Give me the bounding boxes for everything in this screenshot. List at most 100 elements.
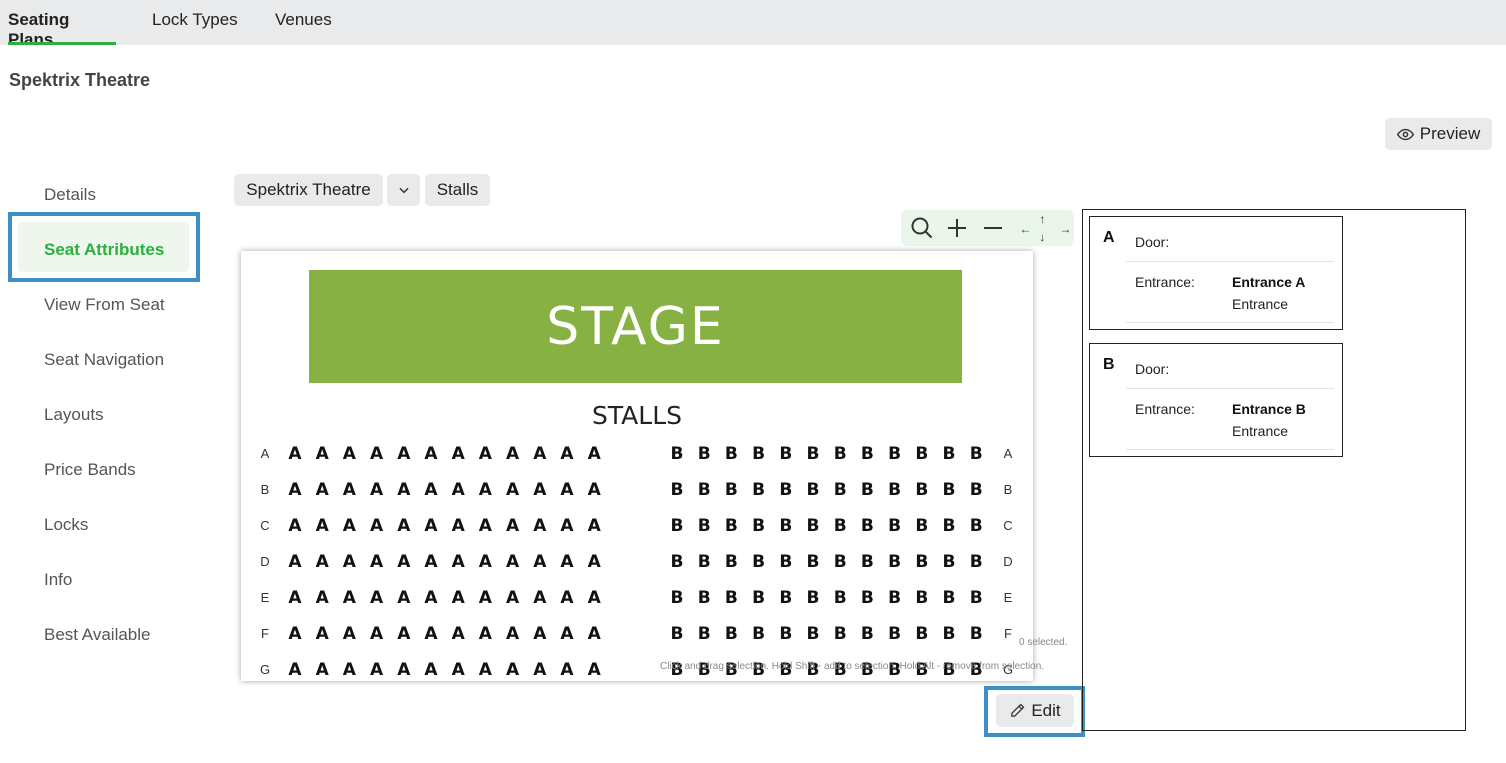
seat[interactable]: A [558,480,576,500]
seat[interactable]: A [449,588,467,608]
seat[interactable]: B [668,552,686,572]
seat[interactable]: B [804,444,822,464]
seat[interactable]: A [313,660,331,680]
seat[interactable]: B [668,444,686,464]
seat[interactable]: A [476,516,494,536]
seat[interactable]: B [940,588,958,608]
seat[interactable]: A [531,660,549,680]
seat[interactable]: A [558,444,576,464]
nav-item-layouts[interactable]: Layouts [44,405,104,425]
seat[interactable]: A [395,624,413,644]
seat[interactable]: A [504,516,522,536]
seat[interactable]: B [722,444,740,464]
seat[interactable]: A [368,444,386,464]
seat[interactable]: A [368,516,386,536]
seat[interactable]: A [395,444,413,464]
seat[interactable]: A [585,624,603,644]
seat[interactable]: A [286,444,304,464]
seat[interactable]: A [340,480,358,500]
seat[interactable]: A [368,552,386,572]
seat[interactable]: A [449,660,467,680]
seat[interactable]: B [831,588,849,608]
seat[interactable]: B [750,588,768,608]
seat[interactable]: A [585,552,603,572]
seat[interactable]: A [504,660,522,680]
seat[interactable]: B [750,516,768,536]
seat[interactable]: B [913,588,931,608]
seat[interactable]: B [804,588,822,608]
seat[interactable]: B [886,480,904,500]
seat[interactable]: B [777,444,795,464]
seat[interactable]: B [777,588,795,608]
edit-button[interactable]: Edit [996,694,1074,727]
seat[interactable]: A [286,660,304,680]
seat[interactable]: A [368,624,386,644]
seat[interactable]: B [940,516,958,536]
seat[interactable]: A [286,480,304,500]
seat[interactable]: B [804,516,822,536]
attribute-card-a[interactable]: A Door: Entrance: Entrance A Entrance [1089,216,1343,330]
nav-item-seat-attributes[interactable]: Seat Attributes [44,240,164,260]
seat[interactable]: A [504,444,522,464]
seat[interactable]: A [449,552,467,572]
seat[interactable]: A [531,624,549,644]
nav-item-locks[interactable]: Locks [44,515,88,535]
seat[interactable]: A [313,624,331,644]
nav-item-price-bands[interactable]: Price Bands [44,460,136,480]
seat[interactable]: B [967,624,985,644]
seat[interactable]: B [940,624,958,644]
seat[interactable]: A [395,480,413,500]
seat[interactable]: A [476,444,494,464]
seat[interactable]: B [858,480,876,500]
pan-down-icon[interactable]: ↓ [1039,231,1045,243]
seat[interactable]: B [695,480,713,500]
seat[interactable]: A [313,444,331,464]
seat[interactable]: A [449,516,467,536]
nav-item-best-available[interactable]: Best Available [44,625,150,645]
seat[interactable]: A [422,552,440,572]
seat[interactable]: B [831,444,849,464]
seat[interactable]: A [558,624,576,644]
seat[interactable]: B [940,480,958,500]
seat[interactable]: B [668,480,686,500]
attribute-card-b[interactable]: B Door: Entrance: Entrance B Entrance [1089,343,1343,457]
seat[interactable]: A [340,624,358,644]
seat[interactable]: B [804,552,822,572]
seat[interactable]: B [886,588,904,608]
seat[interactable]: A [504,588,522,608]
seat[interactable]: B [722,624,740,644]
seat[interactable]: B [722,516,740,536]
seat[interactable]: B [913,552,931,572]
seat[interactable]: A [558,588,576,608]
seat[interactable]: B [750,444,768,464]
seat[interactable]: B [668,588,686,608]
seat[interactable]: A [558,552,576,572]
seat[interactable]: A [504,624,522,644]
seat[interactable]: A [531,480,549,500]
seat[interactable]: A [368,588,386,608]
seat[interactable]: A [422,480,440,500]
pan-right-icon[interactable]: → [1059,223,1071,235]
seat[interactable]: A [476,624,494,644]
seat[interactable]: A [422,444,440,464]
seat[interactable]: A [422,516,440,536]
seat[interactable]: A [395,588,413,608]
seat[interactable]: B [722,552,740,572]
seat[interactable]: A [395,516,413,536]
seat[interactable]: A [340,588,358,608]
seat[interactable]: B [967,516,985,536]
seat[interactable]: B [750,624,768,644]
seat[interactable]: B [831,624,849,644]
seat[interactable]: B [804,624,822,644]
seat[interactable]: B [858,444,876,464]
seat[interactable]: A [422,588,440,608]
seat[interactable]: A [476,480,494,500]
seat[interactable]: B [695,588,713,608]
seat[interactable]: B [750,552,768,572]
seat[interactable]: B [777,516,795,536]
seat[interactable]: B [804,480,822,500]
seat[interactable]: A [422,660,440,680]
seat[interactable]: A [395,552,413,572]
seat[interactable]: B [831,480,849,500]
area-selector[interactable]: Stalls [425,174,490,206]
